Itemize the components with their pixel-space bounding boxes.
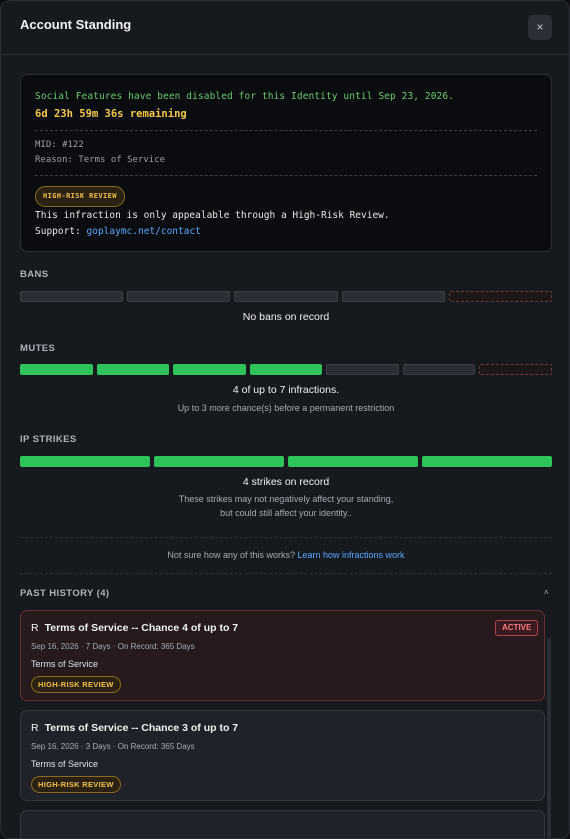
report-icon: R xyxy=(31,722,39,734)
restriction-message: Social Features have been disabled for t… xyxy=(35,91,455,102)
learn-infractions-link[interactable]: Learn how infractions work xyxy=(298,550,405,560)
ip-strikes-summary: 4 strikes on record xyxy=(242,476,330,488)
bans-summary: No bans on record xyxy=(242,311,330,323)
divider xyxy=(35,175,537,176)
past-history-toggle[interactable]: PAST HISTORY (4) xyxy=(20,588,109,599)
history-item-meta: Sep 16, 2026 · 7 Days · On Record: 365 D… xyxy=(31,642,195,651)
ip-strikes-detail-2: but could still affect your identity.. xyxy=(220,508,352,518)
progress-segment xyxy=(20,291,124,302)
support-link[interactable]: goplaymc.net/contact xyxy=(87,226,201,237)
countdown-timer: 6d 23h 59m 36s remaining xyxy=(35,108,187,120)
chevron-up-icon[interactable]: ˄ xyxy=(544,588,549,597)
progress-segment xyxy=(96,364,170,375)
mid-value: MID: #122 xyxy=(35,140,84,150)
history-item-title-text: Terms of Service -- Chance 3 of up to 7 xyxy=(44,722,239,734)
mutes-label: MUTES xyxy=(20,343,56,354)
progress-segment xyxy=(326,364,399,375)
progress-segment xyxy=(402,364,476,375)
mutes-summary: 4 of up to 7 infractions. xyxy=(232,384,340,396)
high-risk-review-badge: HIGH-RISK REVIEW xyxy=(35,186,125,207)
history-item[interactable]: R Terms of Service -- Chance 3 of up to 7… xyxy=(20,710,545,801)
progress-segment xyxy=(173,364,246,375)
history-scrollbar[interactable] xyxy=(547,638,551,838)
help-line: Not sure how any of this works? Learn ho… xyxy=(20,550,552,560)
progress-segment xyxy=(249,364,323,375)
high-risk-review-badge: HIGH-RISK REVIEW xyxy=(31,676,121,693)
account-standing-dialog: Account Standing × Social Features have … xyxy=(0,0,570,839)
mutes-progress-bar xyxy=(20,364,552,375)
help-text: Not sure how any of this works? xyxy=(167,550,295,560)
history-item-meta: Sep 16, 2026 · 3 Days · On Record: 365 D… xyxy=(31,742,195,751)
history-item-reason: Terms of Service xyxy=(31,659,99,669)
divider xyxy=(20,573,552,574)
divider xyxy=(20,537,552,538)
dialog-header: Account Standing × xyxy=(1,1,569,55)
progress-segment xyxy=(127,291,231,302)
progress-segment xyxy=(20,364,93,375)
support-line: Support: goplaymc.net/contact xyxy=(35,226,201,237)
progress-segment xyxy=(341,291,445,302)
history-item-title: R Terms of Service -- Chance 4 of up to 7 xyxy=(31,622,238,634)
reason-value: Reason: Terms of Service xyxy=(35,155,166,165)
appeal-text: This infraction is only appealable throu… xyxy=(35,210,390,221)
history-item-title: R Terms of Service -- Chance 3 of up to 7 xyxy=(31,722,238,734)
bans-progress-bar xyxy=(20,291,552,302)
close-icon[interactable]: × xyxy=(528,15,552,40)
report-icon: R xyxy=(31,622,39,634)
ip-strikes-detail-1: These strikes may not negatively affect … xyxy=(178,494,394,504)
progress-segment xyxy=(422,456,552,467)
active-status-badge: ACTIVE xyxy=(495,620,539,636)
history-item[interactable] xyxy=(20,810,545,838)
history-item[interactable]: R Terms of Service -- Chance 4 of up to 7… xyxy=(20,610,545,701)
restriction-notice: Social Features have been disabled for t… xyxy=(20,74,552,252)
dialog-title: Account Standing xyxy=(20,17,132,32)
ip-strikes-progress-bar xyxy=(20,456,552,467)
progress-segment xyxy=(154,456,284,467)
progress-segment xyxy=(448,291,552,302)
ip-strikes-label: IP STRIKES xyxy=(20,434,77,445)
divider xyxy=(35,130,537,131)
progress-segment xyxy=(288,456,418,467)
high-risk-review-badge: HIGH-RISK REVIEW xyxy=(31,776,121,793)
progress-segment xyxy=(234,291,338,302)
support-label: Support: xyxy=(35,226,81,237)
progress-segment xyxy=(20,456,150,467)
history-item-reason: Terms of Service xyxy=(31,759,99,769)
progress-segment xyxy=(479,364,552,375)
mutes-detail: Up to 3 more chance(s) before a permanen… xyxy=(177,403,395,413)
history-item-title-text: Terms of Service -- Chance 4 of up to 7 xyxy=(44,622,239,634)
bans-label: BANS xyxy=(20,269,49,280)
